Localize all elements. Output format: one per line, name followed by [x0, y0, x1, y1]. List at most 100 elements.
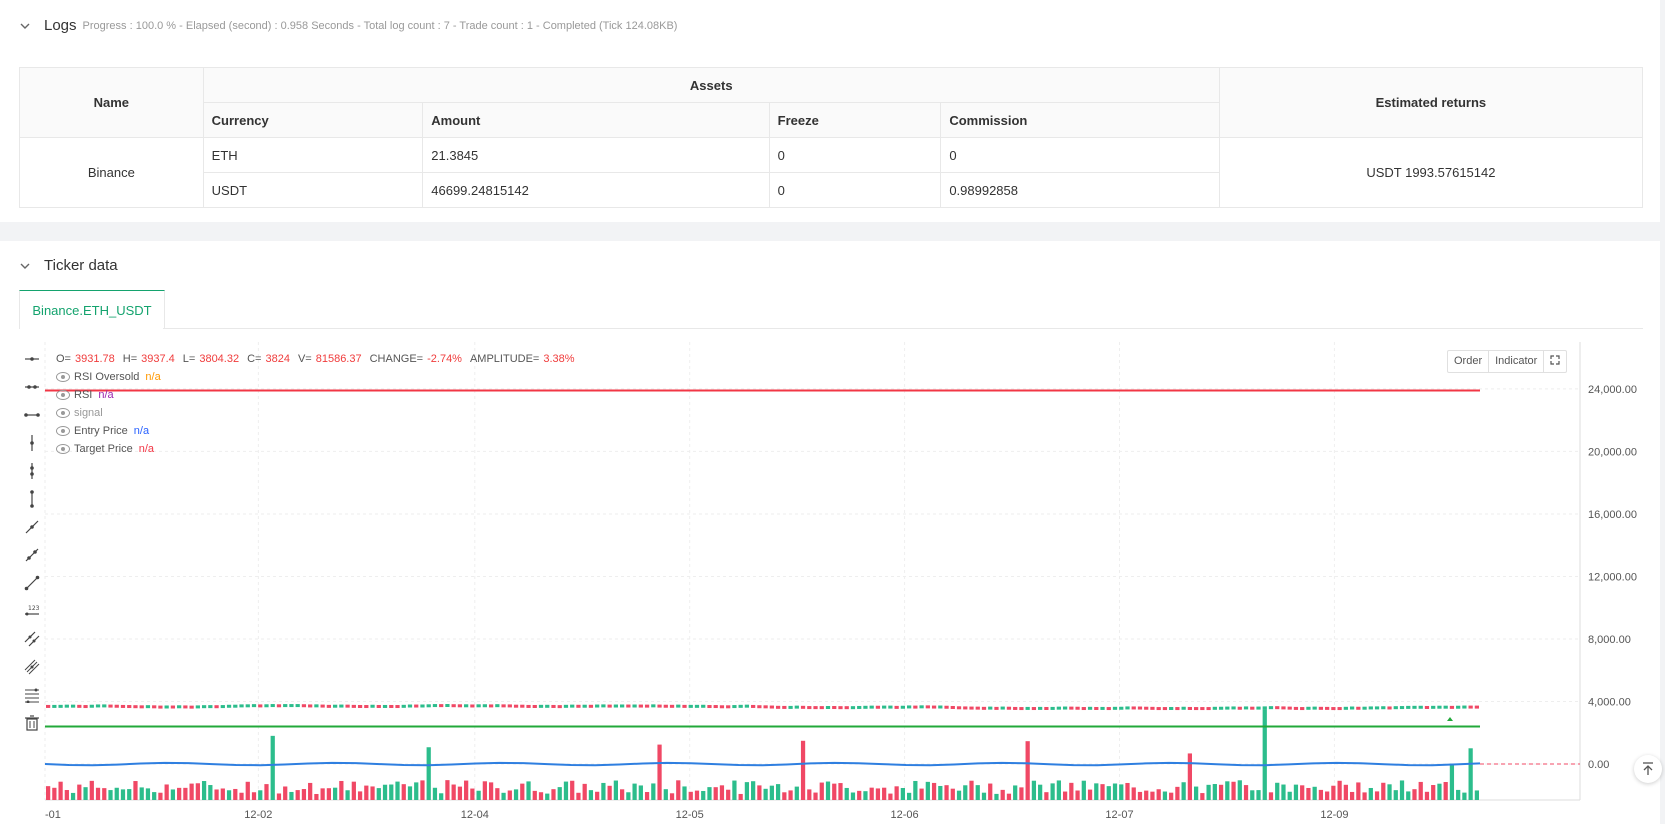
volume-bar [351, 781, 356, 800]
volume-bar [1218, 784, 1224, 800]
price-candle [963, 706, 968, 710]
trend-ray-icon[interactable] [19, 513, 45, 541]
price-candle [913, 705, 918, 709]
y-tick-label: 16,000.00 [1588, 509, 1637, 521]
vertical-line-icon[interactable] [19, 457, 45, 485]
price-candle [669, 704, 675, 708]
price-candle [807, 706, 812, 710]
price-candle [70, 704, 76, 708]
volume-bar [1474, 790, 1479, 800]
volume-bar [476, 790, 481, 800]
parallel-channel-icon[interactable] [19, 625, 45, 653]
price-candle [426, 704, 431, 708]
volume-bar [289, 791, 294, 800]
volume-bar [545, 793, 550, 800]
price-candle [888, 705, 893, 709]
price-candle [1293, 706, 1299, 710]
price-candle [1268, 706, 1274, 710]
amplitude-value: 3.38% [543, 353, 575, 365]
trend-segment-icon[interactable] [19, 569, 45, 597]
vertical-ray-icon[interactable] [19, 429, 45, 457]
price-candle [744, 704, 750, 708]
x-tick-label: 12-04 [461, 809, 489, 821]
volume-bar [58, 781, 63, 800]
volume-bar [407, 786, 413, 800]
price-candle [401, 704, 406, 708]
price-candle [351, 704, 356, 708]
volume-bar [1169, 792, 1174, 800]
volume-bar [701, 790, 706, 800]
price-candle [226, 704, 232, 708]
volume-bar [389, 784, 394, 800]
svg-text:123: 123 [28, 605, 40, 612]
volume-bar [1112, 783, 1118, 800]
vertical-segment-icon[interactable] [19, 485, 45, 513]
eye-icon[interactable] [56, 390, 70, 400]
volume-bar [1256, 790, 1261, 800]
price-candle [1443, 705, 1448, 709]
volume-bar [1412, 789, 1417, 800]
ohlc-readout: O= 3931.78 H= 3937.4 L= 3804.32 C= 3824 V= 81… [56, 353, 575, 365]
legend-signal[interactable]: signal [56, 404, 583, 422]
volume-bar [1069, 782, 1074, 800]
volume-bar [507, 790, 512, 800]
trend-line-icon[interactable] [19, 541, 45, 569]
volume-bar [925, 781, 930, 800]
horizontal-segment-icon[interactable] [19, 401, 45, 429]
volume-bar [1343, 784, 1348, 800]
price-candle [1131, 706, 1136, 710]
trash-icon[interactable] [19, 709, 45, 737]
volume-bar [1125, 782, 1130, 800]
volume-bar [488, 782, 494, 800]
price-candle [738, 704, 743, 708]
volume-bar [495, 788, 500, 800]
volume-bar [1387, 784, 1392, 800]
legend-entry-price[interactable]: Entry Price n/a [56, 422, 583, 440]
price-candle [1449, 705, 1455, 709]
volume-bar [1318, 789, 1324, 800]
price-candle [688, 704, 693, 708]
scroll-to-top-button[interactable] [1634, 755, 1662, 783]
volume-bar [233, 788, 238, 800]
legend-rsi-oversold[interactable]: RSI Oversold n/a [56, 368, 583, 386]
horizontal-line-icon[interactable] [19, 373, 45, 401]
eye-icon[interactable] [56, 372, 70, 382]
price-candle [270, 704, 275, 708]
legend-target-price[interactable]: Target Price n/a [56, 440, 583, 458]
volume-bar [1431, 785, 1436, 800]
indicator-button[interactable]: Indicator [1489, 351, 1545, 372]
volume-bar [1081, 780, 1086, 800]
price-candle [751, 704, 756, 708]
price-candle [844, 706, 849, 710]
eye-icon[interactable] [56, 426, 70, 436]
price-candle [832, 706, 837, 710]
signal-marker [1447, 717, 1453, 721]
volume-bar [195, 783, 200, 800]
volume-bar [850, 792, 856, 800]
fullscreen-button[interactable] [1544, 351, 1566, 372]
volume-bar [1374, 791, 1380, 800]
price-candle [1406, 705, 1411, 709]
volume-bar [64, 790, 69, 800]
volume-bar [1087, 789, 1093, 800]
order-button[interactable]: Order [1448, 351, 1490, 372]
price-candle [969, 706, 974, 710]
legend-rsi[interactable]: RSI n/a [56, 386, 583, 404]
price-candle [139, 705, 144, 709]
horizontal-ray-icon[interactable] [19, 345, 45, 373]
volume-bar [145, 788, 151, 800]
x-tick-label: 12-07 [1105, 809, 1133, 821]
price-label-icon[interactable]: 123 [19, 597, 45, 625]
volume-bar [1175, 786, 1180, 800]
pitchfork-icon[interactable] [19, 653, 45, 681]
eye-icon[interactable] [56, 408, 70, 418]
volume-bar [863, 791, 868, 800]
fibonacci-icon[interactable] [19, 681, 45, 709]
volume-bar [638, 785, 643, 800]
price-candle [576, 704, 581, 708]
price-candle [1231, 706, 1236, 710]
price-candle [357, 704, 363, 708]
volume-bar [1362, 792, 1367, 800]
eye-icon[interactable] [56, 444, 70, 454]
volume-bar [226, 790, 232, 800]
